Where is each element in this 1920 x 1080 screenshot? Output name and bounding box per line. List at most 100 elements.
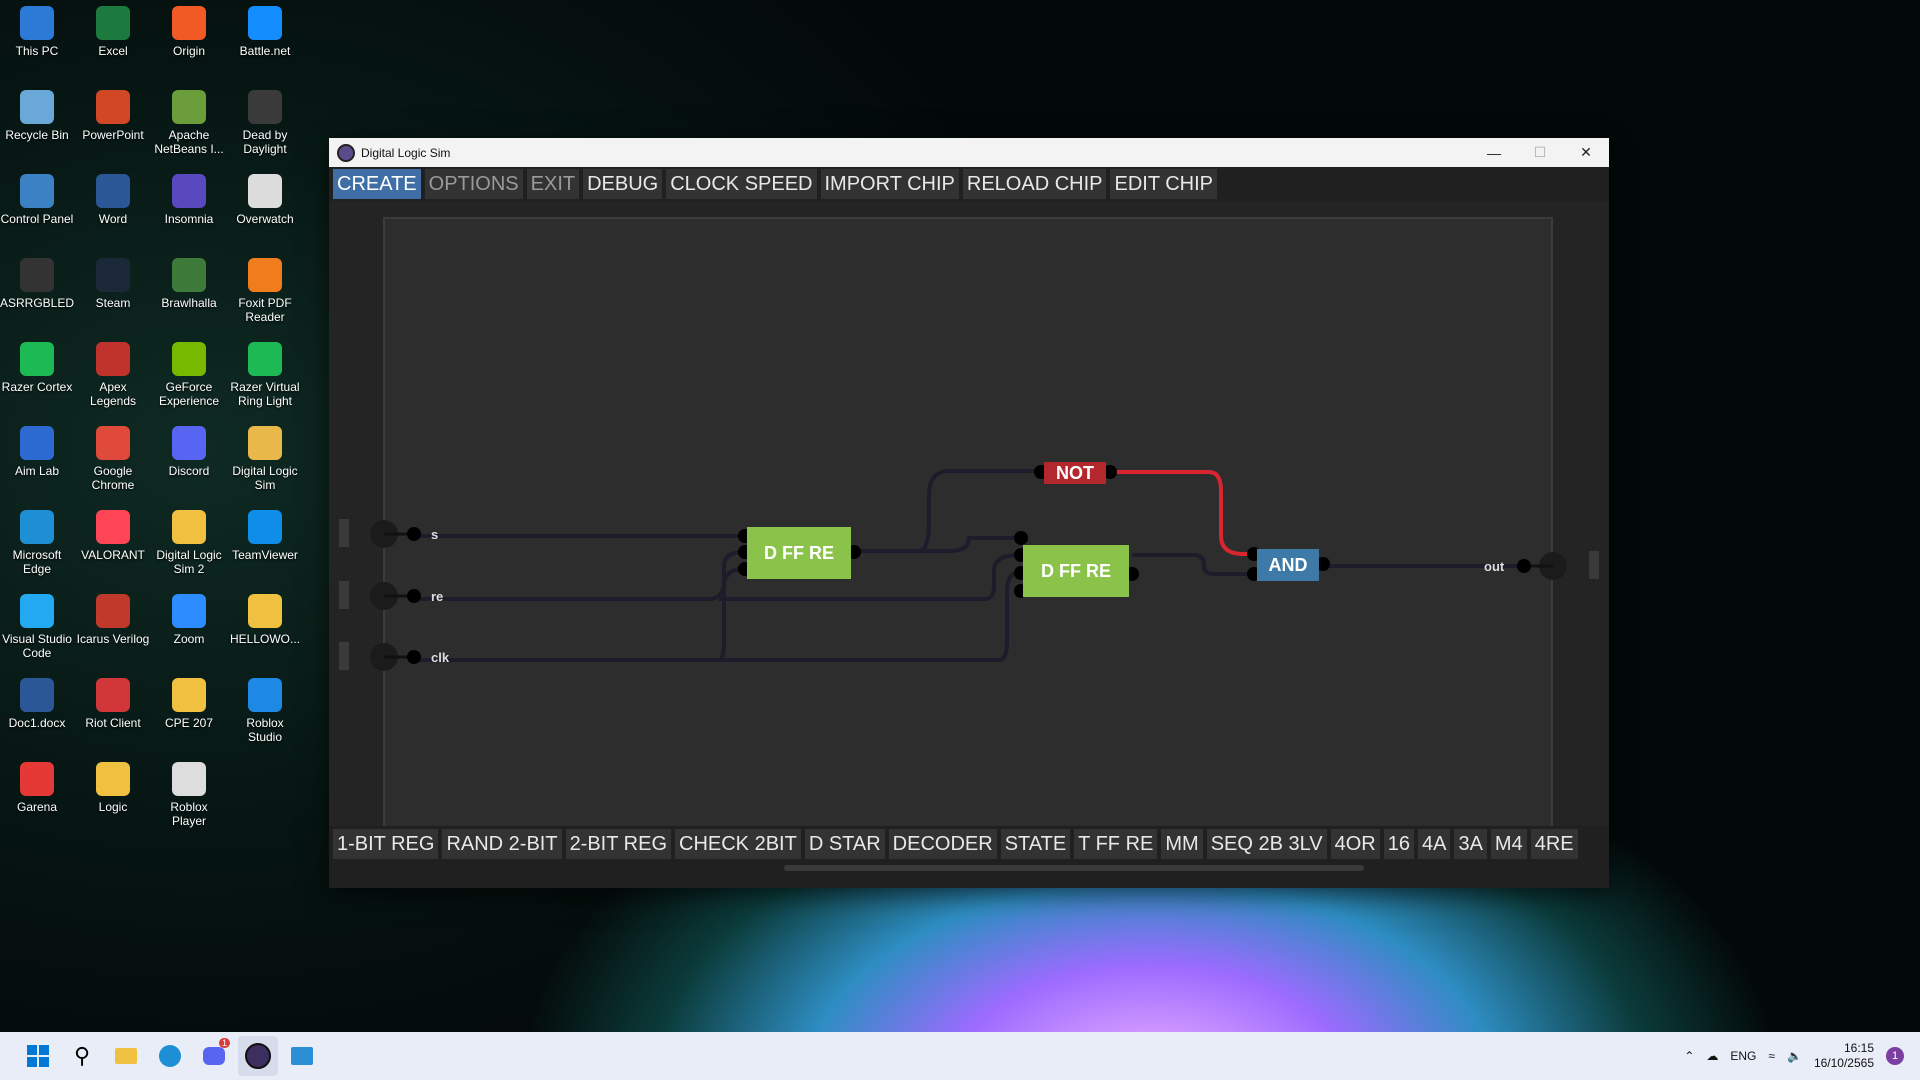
desktop-icon[interactable]: Battle.net: [228, 6, 302, 58]
desktop-icon[interactable]: Razer Virtual Ring Light: [228, 342, 302, 408]
desktop-icon[interactable]: PowerPoint: [76, 90, 150, 142]
menu-create[interactable]: CREATE: [333, 169, 421, 199]
chip-palette-item[interactable]: D STAR: [804, 829, 885, 859]
desktop-icon[interactable]: Icarus Verilog: [76, 594, 150, 646]
digital-logic-sim-button[interactable]: [238, 1036, 278, 1076]
desktop-icon[interactable]: ASRRGBLED: [0, 258, 74, 310]
chip-palette-item[interactable]: 4RE: [1530, 829, 1578, 859]
desktop-icon[interactable]: Steam: [76, 258, 150, 310]
desktop-icon[interactable]: Excel: [76, 6, 150, 58]
chip-palette-item[interactable]: 2-BIT REG: [565, 829, 671, 859]
menu-reload-chip[interactable]: RELOAD CHIP: [962, 169, 1107, 199]
chip-dff-1[interactable]: D FF RE: [747, 527, 851, 579]
input-pin-clk[interactable]: [407, 650, 421, 664]
language-indicator[interactable]: ENG: [1730, 1049, 1756, 1063]
start-button[interactable]: [18, 1036, 58, 1076]
menu-exit[interactable]: EXIT: [526, 169, 580, 199]
menu-debug[interactable]: DEBUG: [583, 169, 663, 199]
chip-palette-item[interactable]: 4OR: [1330, 829, 1380, 859]
desktop-icon[interactable]: Roblox Studio: [228, 678, 302, 744]
menu-import-chip[interactable]: IMPORT CHIP: [820, 169, 959, 199]
notification-badge[interactable]: 1: [1886, 1047, 1904, 1065]
desktop-icon[interactable]: Word: [76, 174, 150, 226]
chip-palette-scrollbar[interactable]: [784, 865, 1364, 871]
menu-clock-speed[interactable]: CLOCK SPEED: [666, 169, 817, 199]
wire-dff2-and[interactable]: [1132, 553, 1254, 576]
file-explorer-button[interactable]: [106, 1036, 146, 1076]
desktop-icon[interactable]: CPE 207: [152, 678, 226, 730]
chip-not[interactable]: NOT: [1044, 462, 1106, 484]
desktop-icon[interactable]: Google Chrome: [76, 426, 150, 492]
discord-button[interactable]: 1: [194, 1036, 234, 1076]
desktop-icon[interactable]: Dead by Daylight: [228, 90, 302, 156]
chip-palette-item[interactable]: 16: [1383, 829, 1414, 859]
desktop-icon[interactable]: Discord: [152, 426, 226, 478]
desktop-icon[interactable]: Digital Logic Sim 2: [152, 510, 226, 576]
wire-not-and-active[interactable]: [1109, 470, 1254, 556]
chip-palette-item[interactable]: RAND 2-BIT: [442, 829, 562, 859]
desktop-icon[interactable]: Control Panel: [0, 174, 74, 226]
output-pin[interactable]: [1517, 559, 1531, 573]
input-handle[interactable]: [339, 519, 349, 547]
wire-clk-dff2[interactable]: [719, 571, 1020, 662]
edge-button[interactable]: [150, 1036, 190, 1076]
search-button[interactable]: ⚲: [62, 1036, 102, 1076]
input-pin-re[interactable]: [407, 589, 421, 603]
chip-palette-item[interactable]: 4A: [1417, 829, 1451, 859]
circuit-editor[interactable]: s re clk out D FF RE D FF RE NOT AND: [329, 201, 1609, 829]
desktop-icon[interactable]: Microsoft Edge: [0, 510, 74, 576]
desktop-icon[interactable]: This PC: [0, 6, 74, 58]
menu-options[interactable]: OPTIONS: [424, 169, 523, 199]
wire-re-dff1[interactable]: [414, 550, 745, 601]
input-handle[interactable]: [339, 581, 349, 609]
wire-dff1-dff2[interactable]: [854, 536, 1019, 553]
minimize-button[interactable]: —: [1471, 138, 1517, 167]
wifi-icon[interactable]: ≈: [1768, 1049, 1775, 1063]
chip-palette-item[interactable]: T FF RE: [1074, 829, 1158, 859]
chip-palette-item[interactable]: STATE: [1000, 829, 1071, 859]
desktop-icon[interactable]: HELLOWO...: [228, 594, 302, 646]
clock[interactable]: 16:15 16/10/2565: [1814, 1041, 1874, 1071]
input-pin-s[interactable]: [407, 527, 421, 541]
desktop-icon[interactable]: Apex Legends: [76, 342, 150, 408]
desktop-icon[interactable]: Logic: [76, 762, 150, 814]
chip-palette-item[interactable]: DECODER: [888, 829, 997, 859]
output-handle[interactable]: [1589, 551, 1599, 579]
chip-palette-item[interactable]: CHECK 2BIT: [675, 829, 801, 859]
desktop-icon[interactable]: Digital Logic Sim: [228, 426, 302, 492]
desktop-icon[interactable]: Brawlhalla: [152, 258, 226, 310]
desktop-icon[interactable]: Visual Studio Code: [0, 594, 74, 660]
desktop-icon[interactable]: Apache NetBeans I...: [152, 90, 226, 156]
title-bar[interactable]: Digital Logic Sim — ☐ ✕: [329, 138, 1609, 167]
desktop-icon[interactable]: Roblox Player: [152, 762, 226, 828]
input-handle[interactable]: [339, 642, 349, 670]
chip-palette-item[interactable]: SEQ 2B 3LV: [1206, 829, 1327, 859]
cloud-icon[interactable]: ☁: [1706, 1049, 1718, 1063]
desktop-icon[interactable]: Overwatch: [228, 174, 302, 226]
desktop-icon[interactable]: Origin: [152, 6, 226, 58]
chip-dff-2[interactable]: D FF RE: [1023, 545, 1129, 597]
desktop-icon[interactable]: Razer Cortex: [0, 342, 74, 394]
speaker-icon[interactable]: 🔈: [1787, 1049, 1802, 1063]
chevron-up-icon[interactable]: ⌃: [1684, 1049, 1694, 1063]
wire-clk-dff1[interactable]: [414, 567, 745, 662]
menu-edit-chip[interactable]: EDIT CHIP: [1110, 169, 1218, 199]
desktop-icon[interactable]: Garena: [0, 762, 74, 814]
desktop-icon[interactable]: Riot Client: [76, 678, 150, 730]
chip-palette-item[interactable]: 3A: [1454, 829, 1487, 859]
desktop-icon[interactable]: Foxit PDF Reader: [228, 258, 302, 324]
desktop-icon[interactable]: VALORANT: [76, 510, 150, 562]
chip-and[interactable]: AND: [1257, 549, 1319, 581]
chip-palette-item[interactable]: M4: [1490, 829, 1527, 859]
desktop-icon[interactable]: Zoom: [152, 594, 226, 646]
chip-palette-item[interactable]: MM: [1161, 829, 1203, 859]
desktop-icon[interactable]: TeamViewer: [228, 510, 302, 562]
dff2-pin-top[interactable]: [1014, 531, 1028, 545]
chip-palette-item[interactable]: 1-BIT REG: [333, 829, 439, 859]
maximize-button[interactable]: ☐: [1517, 138, 1563, 167]
desktop-icon[interactable]: Doc1.docx: [0, 678, 74, 730]
desktop-icon[interactable]: Aim Lab: [0, 426, 74, 478]
desktop-icon[interactable]: Insomnia: [152, 174, 226, 226]
close-button[interactable]: ✕: [1563, 138, 1609, 167]
photos-button[interactable]: [282, 1036, 322, 1076]
